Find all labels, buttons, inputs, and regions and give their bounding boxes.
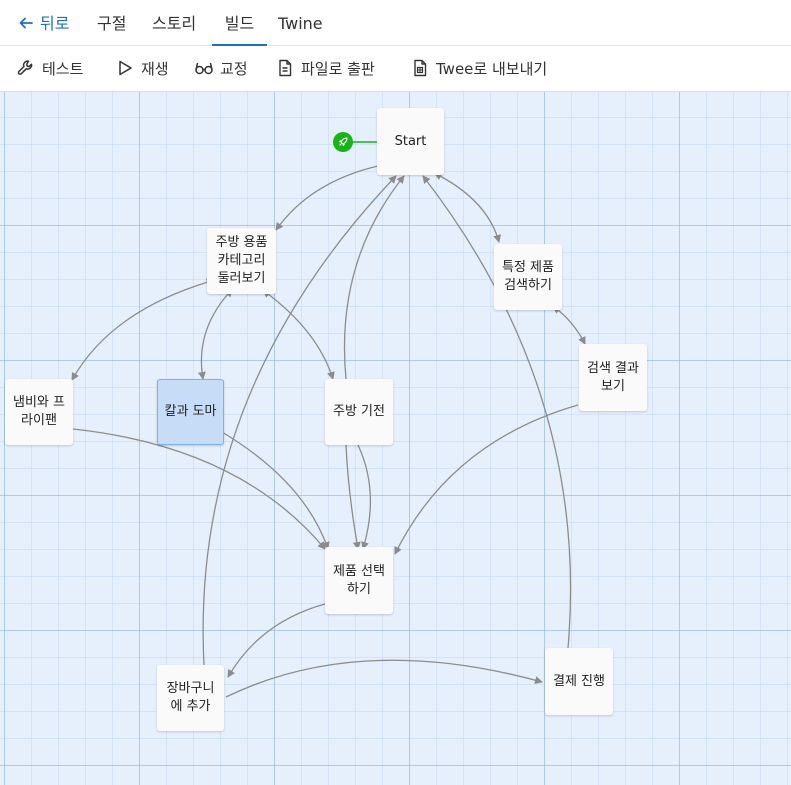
build-toolbar: 테스트 재생 교정 파일로 출판 Twee로 내보내기 — [0, 46, 791, 92]
passage-search-product[interactable]: 특정 제품 검색하기 — [494, 244, 562, 310]
play-button[interactable]: 재생 — [115, 46, 169, 92]
proof-label: 교정 — [220, 60, 248, 78]
passage-search-product-label: 특정 제품 검색하기 — [502, 260, 554, 293]
play-label: 재생 — [141, 60, 169, 78]
passage-pots-pans[interactable]: 냄비와 프 라이팬 — [5, 379, 73, 445]
back-label: 뒤로 — [40, 14, 70, 33]
passage-kitchen-category-label: 주방 용품 카테고리 둘러보기 — [215, 235, 268, 286]
test-button[interactable]: 테스트 — [16, 46, 83, 92]
passage-select-product[interactable]: 제품 선택 하기 — [325, 547, 393, 614]
publish-file-button[interactable]: 파일로 출판 — [275, 46, 375, 92]
tab-build[interactable]: 빌드 — [212, 0, 267, 46]
tab-story-label: 스토리 — [152, 14, 197, 33]
story-map[interactable]: Start 주방 용품 카테고리 둘러보기 특정 제품 검색하기 검색 결과 보… — [0, 92, 791, 785]
tab-story[interactable]: 스토리 — [152, 0, 196, 46]
link-cart-checkout — [225, 659, 543, 698]
passage-checkout[interactable]: 결제 진행 — [545, 648, 613, 715]
arrow-left-icon — [19, 17, 33, 29]
glasses-icon — [195, 62, 213, 75]
tab-passage-label: 구절 — [97, 14, 127, 33]
link-appliances-select-b — [357, 444, 372, 550]
passage-add-cart-label: 장바구니 에 추가 — [166, 681, 215, 714]
passage-add-cart[interactable]: 장바구니 에 추가 — [157, 665, 224, 731]
link-kitchen-knife — [197, 288, 233, 380]
link-knife-select — [221, 431, 330, 550]
passage-knife-board-label: 칼과 도마 — [164, 404, 217, 419]
publish-file-label: 파일로 출판 — [301, 60, 375, 78]
link-kitchen-pots — [71, 278, 215, 381]
passage-search-results-label: 검색 결과 보기 — [587, 360, 639, 394]
passage-checkout-label: 결제 진행 — [553, 673, 605, 689]
test-label: 테스트 — [42, 60, 84, 78]
passage-search-results[interactable]: 검색 결과 보기 — [579, 344, 647, 411]
tab-passage[interactable]: 구절 — [97, 0, 126, 46]
file-icon — [279, 59, 292, 77]
top-nav: 뒤로 구절 스토리 빌드 Twine — [0, 0, 791, 46]
tab-twine[interactable]: Twine — [278, 0, 323, 46]
wrench-icon — [17, 60, 33, 75]
export-twee-button[interactable]: Twee로 내보내기 — [410, 46, 547, 92]
file-export-icon — [414, 59, 427, 77]
link-appliances-start — [343, 175, 405, 380]
rocket-icon — [333, 132, 353, 152]
link-pots-select — [72, 428, 326, 550]
passage-start[interactable]: Start — [377, 108, 444, 175]
passage-kitchen-category[interactable]: 주방 용품 카테고리 둘러보기 — [207, 228, 276, 294]
link-select-cart — [227, 603, 326, 678]
play-icon — [119, 60, 132, 76]
passage-knife-board[interactable]: 칼과 도마 — [157, 379, 224, 445]
tab-twine-label: Twine — [278, 14, 323, 33]
passage-appliances-label: 주방 기전 — [333, 404, 385, 419]
passage-pots-pans-label: 냄비와 프 라이팬 — [13, 395, 65, 428]
passage-start-label: Start — [394, 133, 427, 149]
link-search-results — [552, 305, 586, 345]
link-appliances-select-a — [345, 444, 361, 550]
passage-appliances[interactable]: 주방 기전 — [325, 379, 393, 445]
tab-build-label: 빌드 — [224, 14, 255, 33]
back-button[interactable]: 뒤로 — [18, 0, 69, 46]
link-start-search — [433, 172, 501, 243]
export-twee-label: Twee로 내보내기 — [436, 60, 548, 78]
proof-button[interactable]: 교정 — [194, 46, 248, 92]
passage-select-product-label: 제품 선택 하기 — [333, 563, 385, 597]
passage-links — [71, 141, 586, 698]
link-start-kitchen — [275, 165, 379, 231]
